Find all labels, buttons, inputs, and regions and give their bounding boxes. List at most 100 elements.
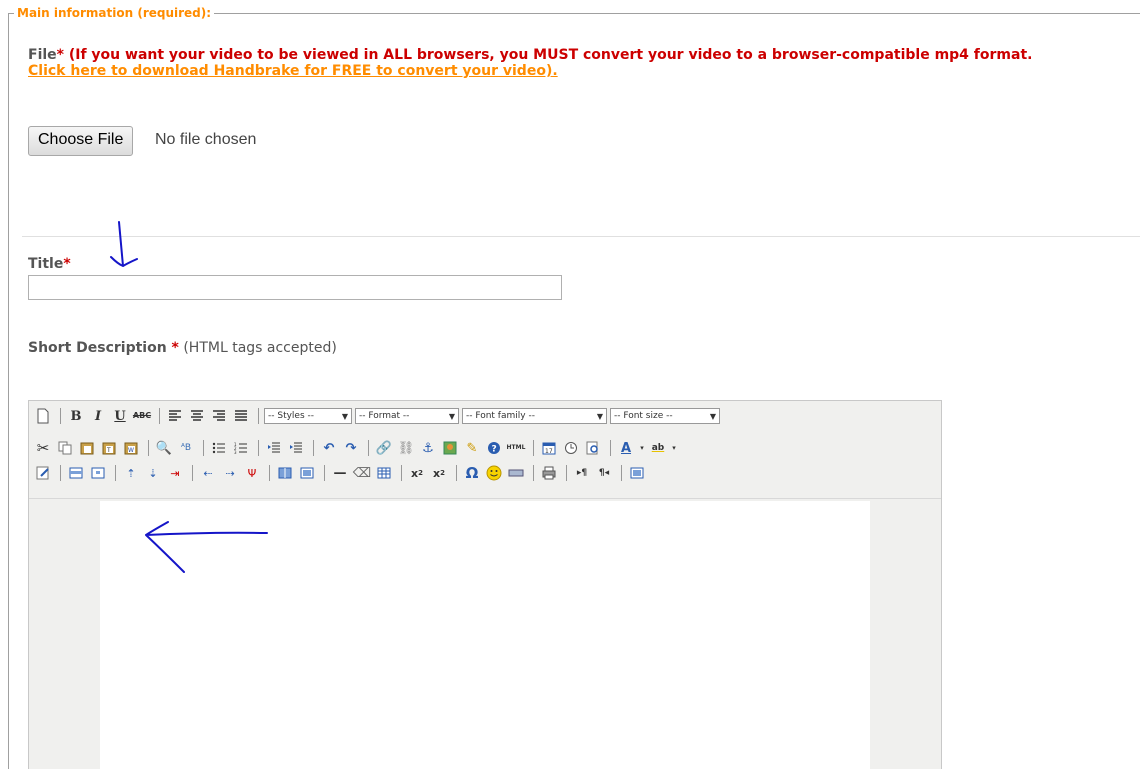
edit-css-icon[interactable] [33,463,53,483]
subscript-icon[interactable]: x2 [407,463,427,483]
svg-text:W: W [128,447,134,454]
merge-cells-icon[interactable] [297,463,317,483]
replace-icon[interactable]: ᴬB [176,438,196,458]
delete-column-icon[interactable]: Ψ [242,463,262,483]
row-properties-icon[interactable] [66,463,86,483]
toolbar-separator [115,465,116,481]
copy-icon[interactable] [55,438,75,458]
insert-row-after-icon[interactable]: ⇣ [143,463,163,483]
toolbar-separator [566,465,567,481]
anchor-icon[interactable]: ⚓ [418,438,438,458]
insert-column-after-icon[interactable]: ⇢ [220,463,240,483]
horizontal-rule-icon[interactable]: — [330,463,350,483]
toolbar-separator [159,408,160,424]
emoticon-icon[interactable] [484,463,504,483]
file-warning: (If you want your video to be viewed in … [63,47,1033,63]
unlink-icon[interactable]: ⛓ [396,438,416,458]
chevron-down-icon[interactable]: ▾ [670,438,678,458]
insert-row-before-icon[interactable]: ⇡ [121,463,141,483]
editor-content-area[interactable] [100,501,870,770]
link-icon[interactable]: 🔗 [374,438,394,458]
strikethrough-icon[interactable]: ABC [132,406,152,426]
preview-icon[interactable] [583,438,603,458]
toolbar-separator [324,465,325,481]
toolbar-separator [203,440,204,456]
rich-text-editor: B I U ABC -- Styles -- ▼ -- Format -- ▼ --… [28,400,942,770]
cut-icon[interactable]: ✂ [33,438,53,458]
background-color-icon[interactable]: ab [648,438,668,458]
align-right-icon[interactable] [209,406,229,426]
styles-dropdown[interactable]: -- Styles -- ▼ [264,408,352,424]
chevron-down-icon[interactable]: ▾ [638,438,646,458]
align-center-icon[interactable] [187,406,207,426]
toolbar-row-3: ⇡ ⇣ ⇥ ⇠ ⇢ Ψ — ⌫ x2 x2 Ω ▸¶ ¶◂ [33,462,649,484]
file-note: File* (If you want your video to be view… [28,47,1032,63]
description-label-text: Short Description [28,340,167,356]
insert-time-icon[interactable] [561,438,581,458]
fullscreen-icon[interactable] [627,463,647,483]
cleanup-icon[interactable]: ✎ [462,438,482,458]
insert-date-icon[interactable]: 17 [539,438,559,458]
toolbar-separator [258,440,259,456]
redo-icon[interactable]: ↷ [341,438,361,458]
numbered-list-icon[interactable]: 123 [231,438,251,458]
title-required-mark: * [63,256,71,272]
print-icon[interactable] [539,463,559,483]
toolbar-separator [313,440,314,456]
format-dropdown-label: -- Format -- [359,411,410,421]
align-left-icon[interactable] [165,406,185,426]
special-character-icon[interactable]: Ω [462,463,482,483]
media-icon[interactable] [506,463,526,483]
choose-file-button[interactable]: Choose File [28,126,134,156]
italic-icon[interactable]: I [88,406,108,426]
insert-column-before-icon[interactable]: ⇠ [198,463,218,483]
section-divider [22,236,1140,237]
ltr-icon[interactable]: ▸¶ [572,463,592,483]
find-icon[interactable]: 🔍 [154,438,174,458]
toolbar-separator [258,408,259,424]
help-icon[interactable]: ? [484,438,504,458]
dropdown-arrow-icon: ▼ [448,411,455,421]
svg-text:3: 3 [234,450,237,454]
paste-word-icon[interactable]: W [121,438,141,458]
svg-text:17: 17 [545,448,553,455]
outdent-icon[interactable] [264,438,284,458]
paste-text-icon[interactable]: T [99,438,119,458]
toolbar-separator [60,465,61,481]
svg-text:T: T [106,447,111,454]
handbrake-download-link[interactable]: Click here to download Handbrake for FRE… [28,63,558,79]
insert-image-icon[interactable] [440,438,460,458]
underline-icon[interactable]: U [110,406,130,426]
font-family-dropdown[interactable]: -- Font family -- ▼ [462,408,607,424]
new-document-icon[interactable] [33,406,53,426]
undo-icon[interactable]: ↶ [319,438,339,458]
rtl-icon[interactable]: ¶◂ [594,463,614,483]
toolbar-separator [621,465,622,481]
insert-table-icon[interactable] [374,463,394,483]
remove-format-icon[interactable]: ⌫ [352,463,372,483]
delete-row-icon[interactable]: ⇥ [165,463,185,483]
toolbar-separator [533,440,534,456]
dropdown-arrow-icon: ▼ [709,411,716,421]
title-label-text: Title [28,256,64,272]
split-cells-icon[interactable] [275,463,295,483]
align-justify-icon[interactable] [231,406,251,426]
toolbar-separator [533,465,534,481]
text-color-icon[interactable]: A [616,438,636,458]
down-arrow-annotation [110,221,138,267]
html-source-icon[interactable]: HTML [506,438,526,458]
cell-properties-icon[interactable] [88,463,108,483]
format-dropdown[interactable]: -- Format -- ▼ [355,408,459,424]
toolbar-separator [192,465,193,481]
title-input[interactable] [28,275,562,300]
toolbar-row-1: B I U ABC -- Styles -- ▼ -- Format -- ▼ --… [33,405,723,427]
bullet-list-icon[interactable] [209,438,229,458]
font-size-dropdown[interactable]: -- Font size -- ▼ [610,408,720,424]
superscript-icon[interactable]: x2 [429,463,449,483]
indent-icon[interactable] [286,438,306,458]
bold-icon[interactable]: B [66,406,86,426]
paste-icon[interactable] [77,438,97,458]
dropdown-arrow-icon: ▼ [341,411,348,421]
styles-dropdown-label: -- Styles -- [268,411,315,421]
description-required-mark: * [166,340,179,356]
